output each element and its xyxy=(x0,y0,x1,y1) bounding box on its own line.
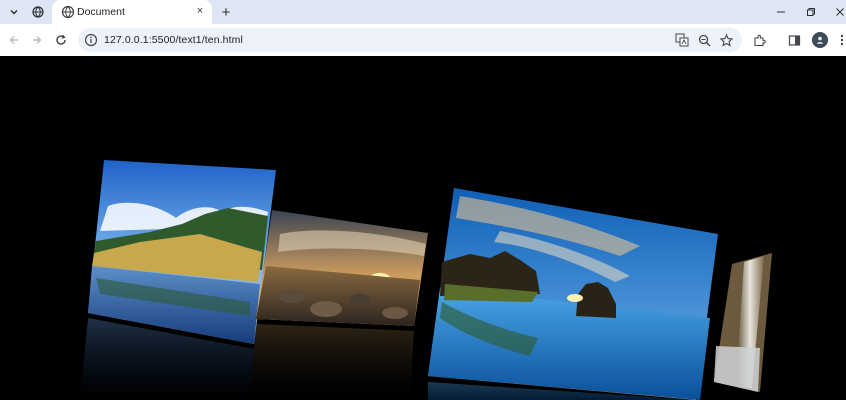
zoom-icon[interactable] xyxy=(696,32,712,48)
carousel-image-lake[interactable] xyxy=(88,160,276,344)
new-tab-button[interactable]: + xyxy=(216,2,236,22)
profile-avatar-icon[interactable] xyxy=(812,32,828,48)
tab-strip: Document × + xyxy=(0,0,846,24)
close-tab-icon[interactable]: × xyxy=(192,3,208,19)
restore-icon[interactable] xyxy=(799,2,823,22)
translate-icon[interactable] xyxy=(674,32,690,48)
carousel-image-sea-stacks[interactable] xyxy=(428,188,718,400)
globe-favicon-icon xyxy=(61,5,75,19)
page-content xyxy=(0,56,846,400)
browser-toolbar: 127.0.0.1:5500/text1/ten.html xyxy=(0,24,846,56)
carousel-image-waterfall[interactable] xyxy=(714,253,772,392)
address-bar[interactable]: 127.0.0.1:5500/text1/ten.html xyxy=(78,28,742,52)
active-tab[interactable]: Document × xyxy=(52,0,212,24)
close-window-icon[interactable] xyxy=(828,2,846,22)
carousel-image-shore[interactable] xyxy=(256,210,428,326)
globe-icon[interactable] xyxy=(28,2,48,22)
image-carousel xyxy=(80,160,772,400)
side-panel-icon[interactable] xyxy=(784,30,804,50)
tab-search-chevron-icon[interactable] xyxy=(4,2,24,22)
minimize-icon[interactable] xyxy=(769,2,793,22)
back-icon[interactable] xyxy=(4,30,24,50)
site-info-icon[interactable] xyxy=(84,33,98,47)
url-text: 127.0.0.1:5500/text1/ten.html xyxy=(104,34,243,46)
tab-title: Document xyxy=(77,6,125,18)
carousel-reflection-shore xyxy=(250,324,414,400)
reload-icon[interactable] xyxy=(51,30,71,50)
forward-icon[interactable] xyxy=(27,30,47,50)
extensions-icon[interactable] xyxy=(749,30,769,50)
bookmark-star-icon[interactable] xyxy=(718,32,734,48)
more-menu-icon[interactable] xyxy=(832,30,846,50)
